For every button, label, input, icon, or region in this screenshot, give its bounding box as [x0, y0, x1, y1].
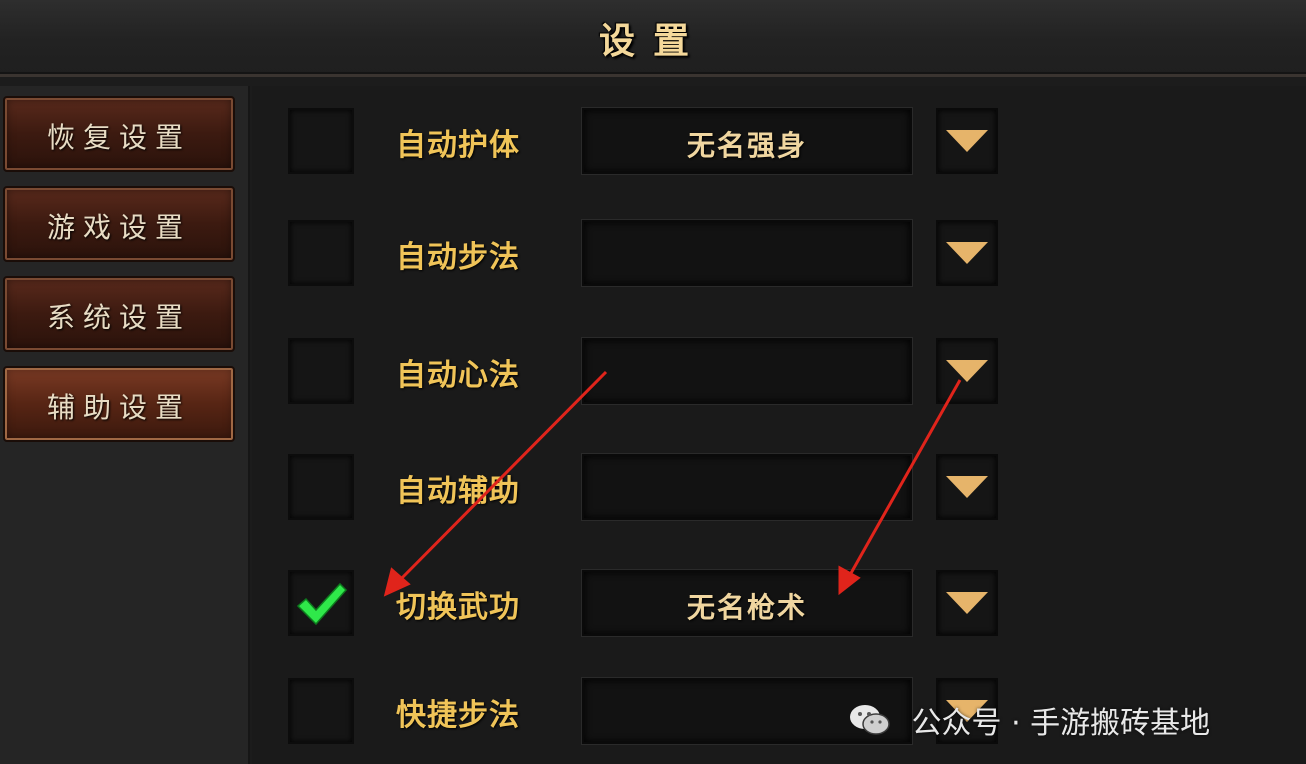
auto-footwork-select[interactable]: [582, 220, 912, 286]
setting-label: 自动心法: [396, 358, 520, 393]
setting-label: 切换武功: [396, 590, 520, 625]
setting-label: 自动辅助: [396, 474, 520, 509]
setting-row: 自动护体 无名强身: [252, 108, 1012, 174]
wechat-icon: [850, 705, 890, 735]
sidebar-item-label: 游戏设置: [46, 211, 191, 244]
sidebar-item-system-settings[interactable]: 系统设置: [3, 276, 235, 352]
auto-mind-checkbox[interactable]: [288, 338, 354, 404]
settings-panel: 自动护体 无名强身 自动步法 自动心法 自动辅助 切换武功 无名枪术 快捷步法: [252, 86, 1306, 764]
select-value: 无名强身: [686, 129, 807, 162]
window-title: 设置: [598, 21, 707, 62]
setting-row: 自动步法: [252, 220, 1012, 286]
triangle-down-icon: [946, 360, 988, 382]
watermark: 公众号 · 手游搬砖基地: [848, 698, 1210, 742]
auto-protect-select[interactable]: 无名强身: [582, 108, 912, 174]
watermark-text: 公众号 · 手游搬砖基地: [911, 706, 1211, 741]
setting-label: 自动护体: [396, 128, 520, 163]
triangle-down-icon: [946, 130, 988, 152]
checkmark-icon: [296, 582, 348, 626]
auto-footwork-checkbox[interactable]: [288, 220, 354, 286]
auto-assist-select[interactable]: [582, 454, 912, 520]
auto-mind-dropdown-button[interactable]: [936, 338, 998, 404]
triangle-down-icon: [946, 242, 988, 264]
select-value: 无名枪术: [686, 591, 807, 624]
setting-row: 切换武功 无名枪术: [252, 570, 1012, 636]
switch-skill-dropdown-button[interactable]: [936, 570, 998, 636]
sidebar-item-label: 辅助设置: [46, 391, 191, 424]
sidebar: 恢复设置 游戏设置 系统设置 辅助设置: [0, 86, 250, 764]
setting-row: 自动心法: [252, 338, 1012, 404]
sidebar-item-restore-settings[interactable]: 恢复设置: [3, 96, 235, 172]
sidebar-item-game-settings[interactable]: 游戏设置: [3, 186, 235, 262]
sidebar-item-label: 系统设置: [46, 301, 191, 334]
auto-protect-dropdown-button[interactable]: [936, 108, 998, 174]
title-bar: 设置: [0, 0, 1306, 77]
auto-footwork-dropdown-button[interactable]: [936, 220, 998, 286]
sidebar-item-label: 恢复设置: [46, 121, 191, 154]
setting-row: 自动辅助: [252, 454, 1012, 520]
triangle-down-icon: [946, 592, 988, 614]
sidebar-item-assist-settings[interactable]: 辅助设置: [3, 366, 235, 442]
auto-protect-checkbox[interactable]: [288, 108, 354, 174]
settings-window: 设置 恢复设置 游戏设置 系统设置 辅助设置 自动护体 无名强身 自动步法 自动…: [0, 0, 1306, 764]
auto-assist-checkbox[interactable]: [288, 454, 354, 520]
triangle-down-icon: [946, 476, 988, 498]
setting-label: 快捷步法: [396, 698, 520, 733]
quick-footwork-checkbox[interactable]: [288, 678, 354, 744]
switch-skill-select[interactable]: 无名枪术: [582, 570, 912, 636]
switch-skill-checkbox[interactable]: [288, 570, 354, 636]
setting-label: 自动步法: [396, 240, 520, 275]
auto-mind-select[interactable]: [582, 338, 912, 404]
auto-assist-dropdown-button[interactable]: [936, 454, 998, 520]
